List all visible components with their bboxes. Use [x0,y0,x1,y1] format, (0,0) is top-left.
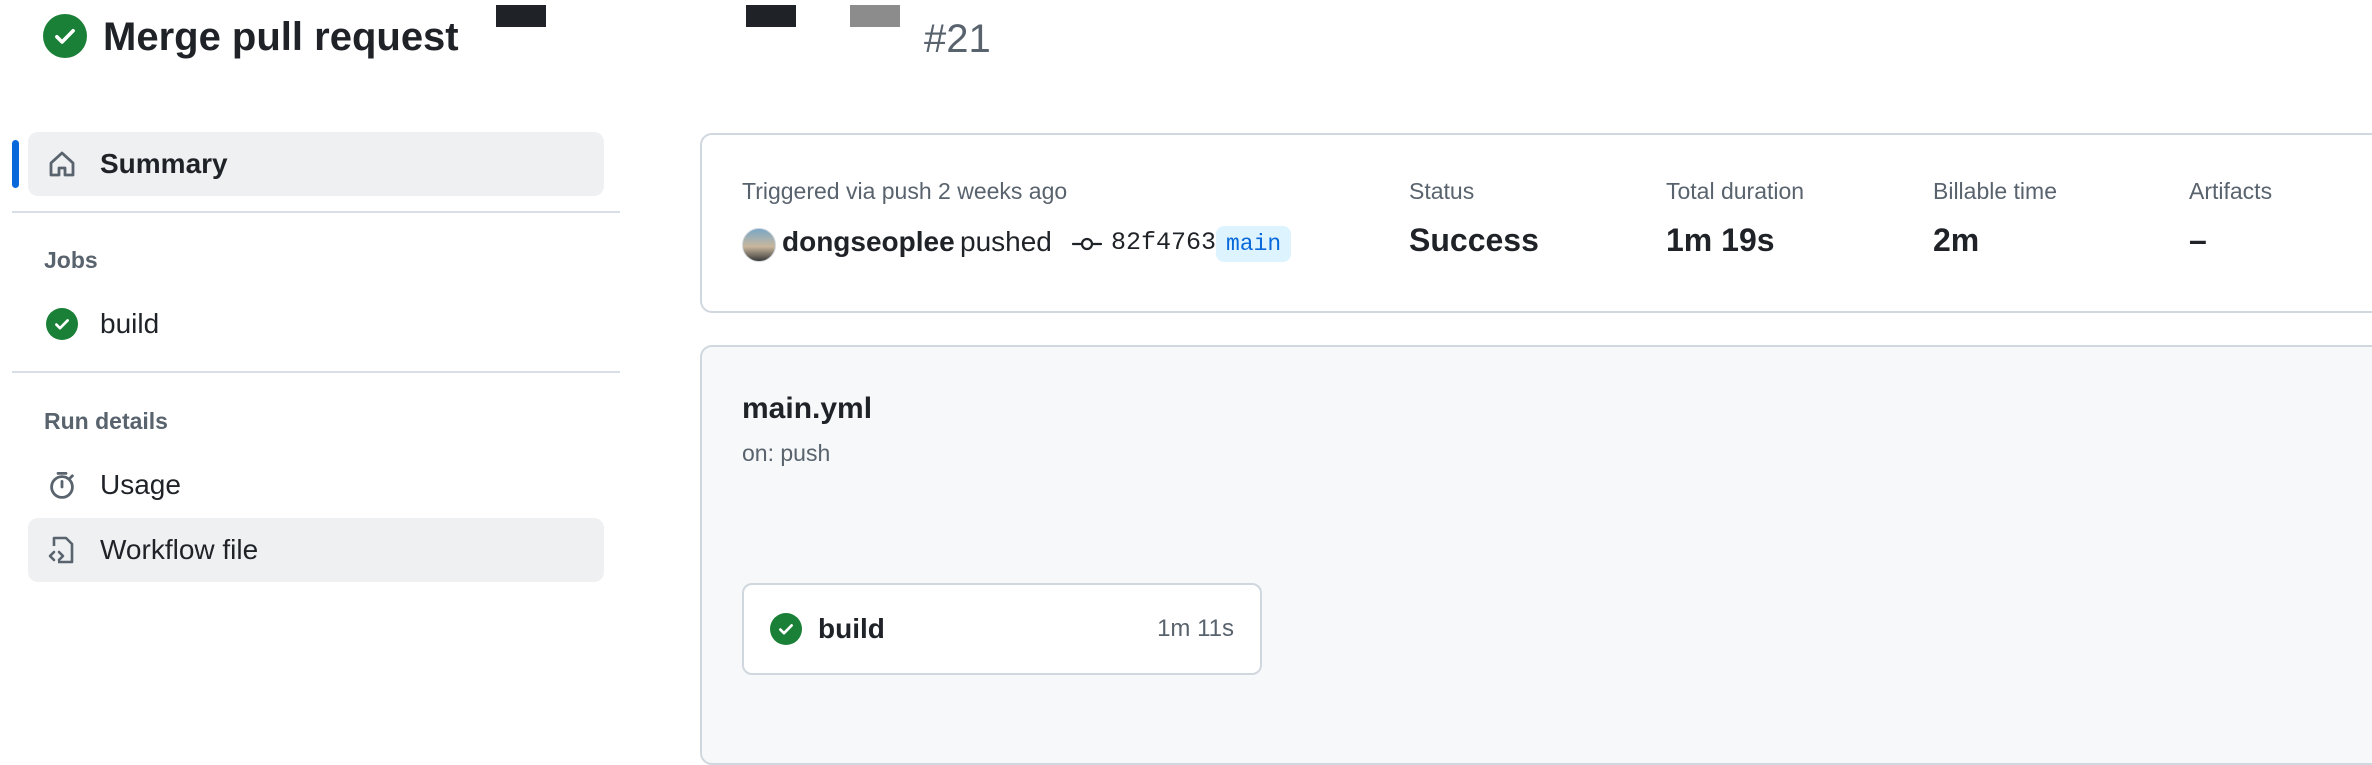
trigger-text: Triggered via push 2 weeks ago [742,178,1068,204]
sidebar-item-label: build [100,308,160,339]
jobs-heading: Jobs [44,247,98,273]
job-duration: 1m 11s [1157,615,1234,642]
job-name: build [818,613,885,644]
redacted-block [496,5,546,27]
action-text: pushed [960,226,1052,257]
sidebar-item-label: Usage [100,469,181,500]
file-code-icon [44,532,80,568]
success-check-icon [43,14,87,58]
duration-label: Total duration [1666,178,1805,204]
artifacts-label: Artifacts [2189,178,2273,204]
divider [12,211,620,213]
commit-sha-link[interactable]: 82f4763 [1111,228,1216,257]
branch-label[interactable]: main [1216,226,1292,262]
status-value: Success [1409,222,1539,258]
stopwatch-icon [44,467,80,503]
divider [12,371,620,373]
sidebar-item-summary[interactable]: Summary [28,132,604,196]
job-card-build[interactable]: build 1m 11s [742,583,1262,675]
run-number: #21 [924,17,991,61]
status-label: Status [1409,178,1475,204]
run-details-heading: Run details [44,408,168,434]
active-indicator [12,140,19,188]
sidebar-item-label: Summary [100,148,228,179]
success-check-icon [770,613,802,645]
sidebar-item-usage[interactable]: Usage [28,453,604,517]
sidebar-item-workflow-file[interactable]: Workflow file [28,518,604,582]
sidebar-item-job-build[interactable]: build [28,292,604,356]
workflow-graph-panel [700,345,2372,765]
sidebar-item-label: Workflow file [100,534,259,565]
success-check-icon [44,306,80,342]
git-commit-icon [1072,237,1102,251]
billable-label: Billable time [1933,178,2057,204]
page-title: Merge pull request [103,15,459,59]
billable-value: 2m [1933,222,1980,258]
workflow-trigger: on: push [742,440,831,466]
workflow-file-name: main.yml [742,392,873,425]
redacted-block [850,5,900,27]
actor-link[interactable]: dongseoplee [782,226,955,258]
home-icon [44,146,80,182]
duration-value: 1m 19s [1666,222,1775,258]
artifacts-value: – [2189,222,2207,258]
redacted-block [746,5,796,27]
avatar[interactable] [742,228,776,262]
